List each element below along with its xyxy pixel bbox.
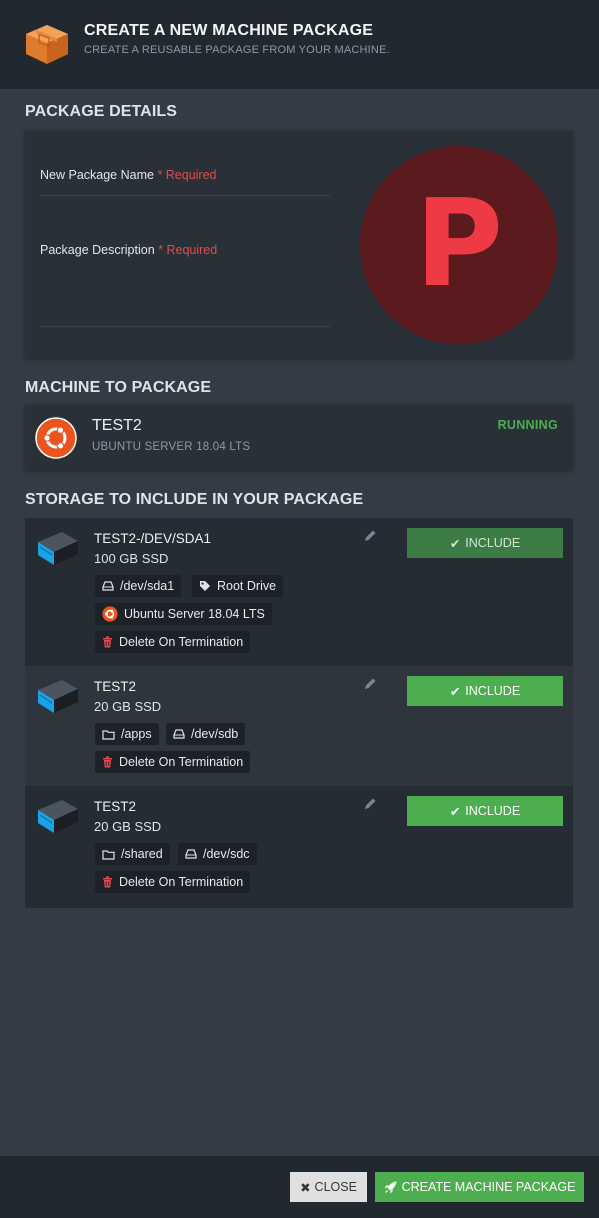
required-indicator: * Required xyxy=(158,243,218,257)
package-name-input[interactable] xyxy=(40,175,330,195)
device-tag: /dev/sdb xyxy=(166,723,246,745)
os-tag: Ubuntu Server 18.04 LTS xyxy=(95,603,272,625)
package-logo[interactable]: P xyxy=(360,146,558,344)
check-icon: ✔ xyxy=(449,804,461,819)
machine-os: UBUNTU SERVER 18.04 LTS xyxy=(92,441,251,453)
package-box-icon xyxy=(26,25,68,64)
check-icon: ✔ xyxy=(449,684,461,699)
storage-item: TEST2 20 GB SSD ✔ INCLUDE /shared /dev/s… xyxy=(25,786,573,908)
storage-item: TEST2-/DEV/SDA1 100 GB SSD ✔ INCLUDE /de… xyxy=(25,518,573,666)
delete-on-termination-tag: Delete On Termination xyxy=(95,871,251,893)
storage-heading: STORAGE TO INCLUDE IN YOUR PACKAGE xyxy=(25,491,364,508)
package-name-underline xyxy=(40,195,330,196)
drive-icon xyxy=(38,680,78,713)
hard-drive-icon xyxy=(102,581,114,591)
include-button[interactable]: ✔ INCLUDE xyxy=(407,676,563,706)
package-details-card: New Package Name * Required Package Desc… xyxy=(25,131,573,358)
machine-card: TEST2 UBUNTU SERVER 18.04 LTS RUNNING xyxy=(25,405,573,470)
storage-size: 100 GB SSD xyxy=(94,551,169,566)
role-tag: Root Drive xyxy=(192,575,284,597)
include-button[interactable]: ✔ INCLUDE xyxy=(407,796,563,826)
device-tag: /dev/sdc xyxy=(178,843,257,865)
storage-item: TEST2 20 GB SSD ✔ INCLUDE /apps /dev/sdb… xyxy=(25,666,573,786)
machine-name: TEST2 xyxy=(92,417,142,434)
dialog-header: CREATE A NEW MACHINE PACKAGE CREATE A RE… xyxy=(0,0,599,89)
trash-icon xyxy=(103,636,112,648)
device-tag: /dev/sda1 xyxy=(95,575,182,597)
pencil-icon[interactable] xyxy=(363,797,377,811)
dialog-footer: ✖ CLOSE CREATE MACHINE PACKAGE xyxy=(0,1156,599,1218)
create-machine-package-button[interactable]: CREATE MACHINE PACKAGE xyxy=(375,1172,584,1202)
include-button[interactable]: ✔ INCLUDE xyxy=(407,528,563,558)
mount-tag: /shared xyxy=(95,843,170,865)
drive-icon xyxy=(38,532,78,565)
trash-icon xyxy=(103,756,112,768)
drive-icon xyxy=(38,800,78,833)
dialog-title: CREATE A NEW MACHINE PACKAGE xyxy=(84,22,374,39)
folder-icon xyxy=(102,729,115,740)
dialog-subtitle: CREATE A REUSABLE PACKAGE FROM YOUR MACH… xyxy=(84,44,390,56)
mount-tag: /apps xyxy=(95,723,159,745)
rocket-icon xyxy=(384,1181,397,1193)
hard-drive-icon xyxy=(185,849,197,859)
storage-name: TEST2 xyxy=(94,799,137,814)
ubuntu-icon xyxy=(35,417,77,459)
storage-name: TEST2 xyxy=(94,679,137,694)
machine-status-badge: RUNNING xyxy=(497,418,558,432)
storage-size: 20 GB SSD xyxy=(94,699,162,714)
tag-icon xyxy=(200,581,210,591)
machine-to-package-heading: MACHINE TO PACKAGE xyxy=(25,379,212,396)
package-description-label: Package Description * Required xyxy=(40,243,218,257)
close-button[interactable]: ✖ CLOSE xyxy=(290,1172,367,1202)
package-description-underline xyxy=(40,326,330,327)
package-details-heading: PACKAGE DETAILS xyxy=(25,103,178,120)
hard-drive-icon xyxy=(173,729,185,739)
delete-on-termination-tag: Delete On Termination xyxy=(95,631,251,653)
close-icon: ✖ xyxy=(300,1180,311,1195)
package-description-input[interactable] xyxy=(40,265,330,323)
package-logo-letter: P xyxy=(415,175,503,314)
check-icon: ✔ xyxy=(449,536,461,551)
ubuntu-icon xyxy=(102,606,118,622)
trash-icon xyxy=(103,876,112,888)
storage-size: 20 GB SSD xyxy=(94,819,162,834)
folder-icon xyxy=(102,849,115,860)
storage-name: TEST2-/DEV/SDA1 xyxy=(94,531,212,546)
delete-on-termination-tag: Delete On Termination xyxy=(95,751,251,773)
pencil-icon[interactable] xyxy=(363,529,377,543)
pencil-icon[interactable] xyxy=(363,677,377,691)
